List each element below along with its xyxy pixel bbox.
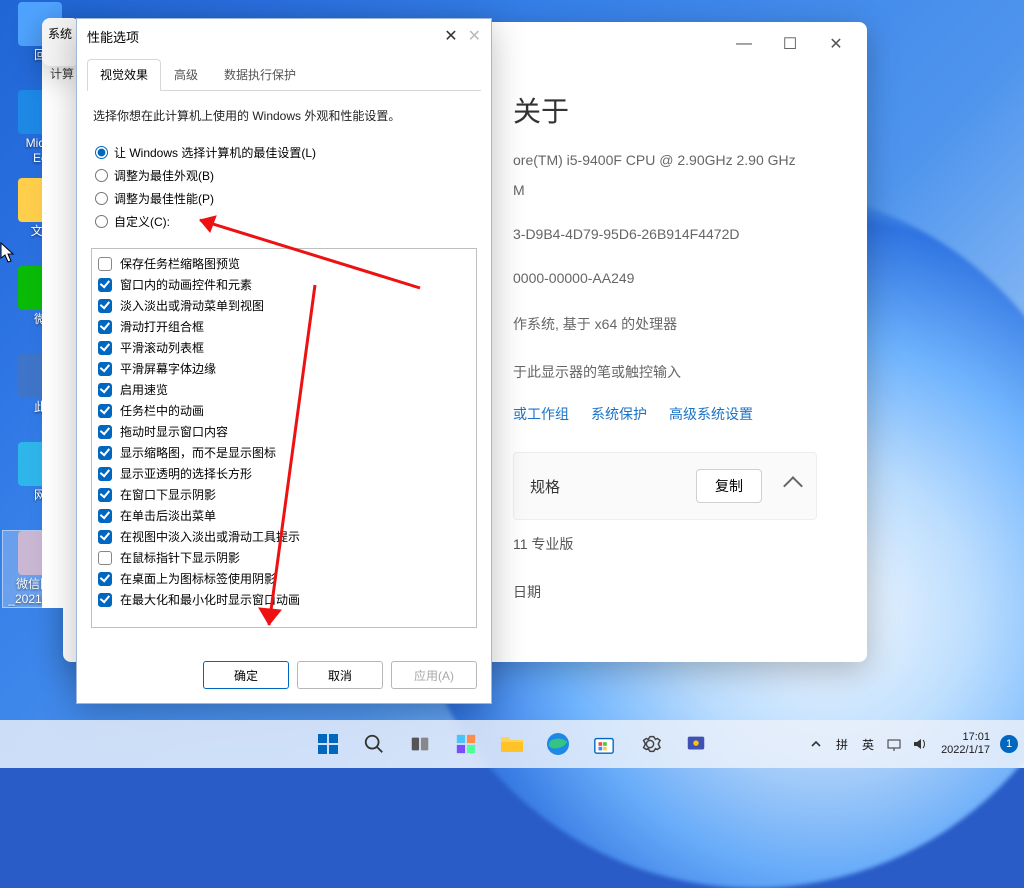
checkbox[interactable]	[98, 509, 112, 523]
checkbox[interactable]	[98, 362, 112, 376]
effect-label: 启用速览	[120, 381, 168, 398]
close-icon-bg: ✕	[468, 26, 481, 46]
sysprop-title: 系统	[42, 18, 80, 48]
effect-label: 滑动打开组合框	[120, 318, 204, 335]
widgets-icon[interactable]	[446, 724, 486, 764]
radio-input[interactable]	[95, 192, 108, 205]
radio-option-1[interactable]: 调整为最佳外观(B)	[95, 167, 473, 184]
search-icon[interactable]	[354, 724, 394, 764]
effect-label: 显示缩略图，而不是显示图标	[120, 444, 276, 461]
edition-value: 11 专业版	[513, 534, 573, 554]
task-view-icon[interactable]	[400, 724, 440, 764]
effect-label: 在鼠标指针下显示阴影	[120, 549, 240, 566]
link-workgroup[interactable]: 或工作组	[513, 404, 569, 424]
radio-label: 让 Windows 选择计算机的最佳设置(L)	[114, 144, 316, 161]
minimize-button[interactable]: —	[721, 28, 767, 60]
effect-label: 淡入淡出或滑动菜单到视图	[120, 297, 264, 314]
chevron-up-icon	[783, 476, 803, 496]
ime-lang[interactable]: 英	[857, 733, 879, 755]
effect-label: 在桌面上为图标标签使用阴影	[120, 570, 276, 587]
perf-titlebar[interactable]: 性能选项 ✕ ✕	[77, 19, 491, 53]
tray-chevron-icon[interactable]	[805, 733, 827, 755]
taskbar-center	[308, 724, 716, 764]
pen-value: 于此显示器的笔或触控输入	[513, 348, 817, 396]
network-icon[interactable]	[883, 733, 905, 755]
effect-label: 任务栏中的动画	[120, 402, 204, 419]
checkbox[interactable]	[98, 341, 112, 355]
radio-label: 调整为最佳性能(P)	[114, 190, 214, 207]
cursor-arrow-icon	[0, 242, 16, 264]
effect-label: 显示亚透明的选择长方形	[120, 465, 252, 482]
radio-input[interactable]	[95, 146, 108, 159]
checkbox[interactable]	[98, 593, 112, 607]
effect-label: 在单击后淡出菜单	[120, 507, 216, 524]
link-system-protection[interactable]: 系统保护	[591, 404, 647, 424]
edge-icon[interactable]	[538, 724, 578, 764]
notification-badge[interactable]: 1	[1000, 735, 1018, 753]
checkbox[interactable]	[98, 551, 112, 565]
effect-label: 平滑屏幕字体边缘	[120, 360, 216, 377]
volume-icon[interactable]	[909, 733, 931, 755]
perf-description: 选择你想在此计算机上使用的 Windows 外观和性能设置。	[77, 91, 491, 128]
system-properties-window: 系统	[42, 18, 80, 66]
checkbox[interactable]	[98, 488, 112, 502]
tab-dep[interactable]: 数据执行保护	[211, 59, 309, 90]
annotation-arrow-2	[255, 280, 335, 640]
clock[interactable]: 17:01 2022/1/17	[935, 731, 996, 757]
perf-title: 性能选项	[87, 27, 139, 46]
ram-value: M	[513, 168, 817, 212]
copy-button[interactable]: 复制	[696, 469, 762, 503]
edition-value: 日期	[513, 582, 541, 602]
checkbox[interactable]	[98, 404, 112, 418]
radio-option-2[interactable]: 调整为最佳性能(P)	[95, 190, 473, 207]
system-tray: 拼 英 17:01 2022/1/17 1	[805, 731, 1018, 757]
radio-label: 调整为最佳外观(B)	[114, 167, 214, 184]
radio-input[interactable]	[95, 169, 108, 182]
app-icon[interactable]	[676, 724, 716, 764]
link-advanced-system[interactable]: 高级系统设置	[669, 404, 753, 424]
product-id-value: 0000-00000-AA249	[513, 256, 817, 300]
explorer-icon[interactable]	[492, 724, 532, 764]
checkbox[interactable]	[98, 383, 112, 397]
checkbox[interactable]	[98, 278, 112, 292]
maximize-button[interactable]: ☐	[767, 28, 813, 60]
cancel-button[interactable]: 取消	[297, 661, 383, 689]
settings-icon[interactable]	[630, 724, 670, 764]
radio-input[interactable]	[95, 215, 108, 228]
radio-option-0[interactable]: 让 Windows 选择计算机的最佳设置(L)	[95, 144, 473, 161]
close-icon[interactable]: ✕	[444, 26, 457, 46]
arch-value: 作系统, 基于 x64 的处理器	[513, 300, 817, 348]
checkbox[interactable]	[98, 299, 112, 313]
perf-tabs: 视觉效果 高级 数据执行保护	[87, 59, 481, 91]
device-id-value: 3-D9B4-4D79-95D6-26B914F4472D	[513, 212, 817, 256]
checkbox[interactable]	[98, 257, 112, 271]
checkbox[interactable]	[98, 446, 112, 460]
effect-label: 在窗口下显示阴影	[120, 486, 216, 503]
checkbox[interactable]	[98, 320, 112, 334]
windows-spec-card[interactable]: 规格 复制	[513, 452, 817, 520]
checkbox[interactable]	[98, 425, 112, 439]
start-button[interactable]	[308, 724, 348, 764]
ok-button[interactable]: 确定	[203, 661, 289, 689]
time: 17:01	[941, 731, 990, 744]
taskbar[interactable]: 拼 英 17:01 2022/1/17 1	[0, 720, 1024, 768]
spec-title: 规格	[530, 476, 560, 497]
related-links: 或工作组 系统保护 高级系统设置	[513, 396, 817, 444]
checkbox[interactable]	[98, 572, 112, 586]
apply-button[interactable]: 应用(A)	[391, 661, 477, 689]
date: 2022/1/17	[941, 744, 990, 757]
close-button[interactable]: ✕	[813, 28, 859, 60]
radio-label: 自定义(C):	[114, 213, 170, 230]
checkbox[interactable]	[98, 467, 112, 481]
effect-label: 平滑滚动列表框	[120, 339, 204, 356]
store-icon[interactable]	[584, 724, 624, 764]
cpu-value: ore(TM) i5-9400F CPU @ 2.90GHz 2.90 GHz	[513, 152, 817, 168]
checkbox[interactable]	[98, 530, 112, 544]
ime-mode[interactable]: 拼	[831, 733, 853, 755]
effect-label: 拖动时显示窗口内容	[120, 423, 228, 440]
tab-visual-effects[interactable]: 视觉效果	[87, 59, 161, 91]
tab-advanced[interactable]: 高级	[161, 59, 211, 90]
page-title: 关于	[513, 90, 817, 130]
